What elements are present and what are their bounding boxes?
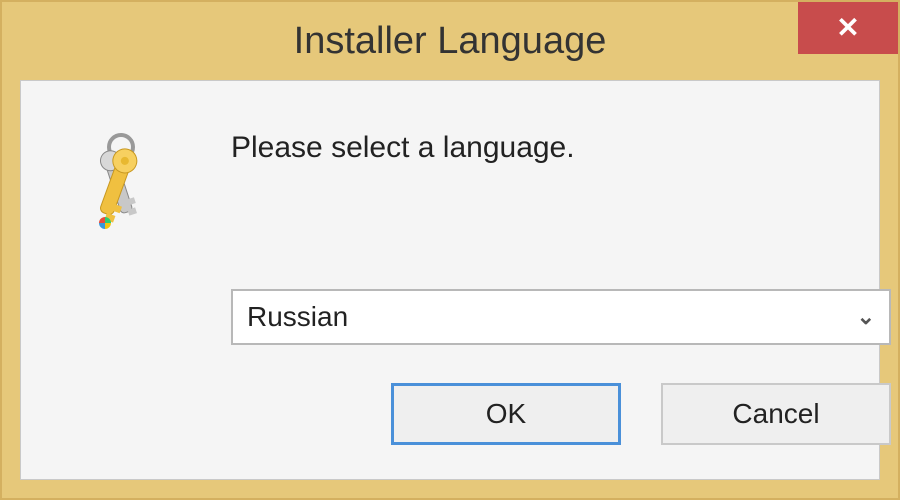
- close-button[interactable]: ✕: [798, 2, 898, 54]
- ok-button-label: OK: [486, 398, 526, 430]
- titlebar: Installer Language ✕: [2, 2, 898, 80]
- ok-button[interactable]: OK: [391, 383, 621, 445]
- window-title: Installer Language: [294, 20, 607, 63]
- prompt-text: Please select a language.: [231, 121, 575, 239]
- cancel-button[interactable]: Cancel: [661, 383, 891, 445]
- close-icon: ✕: [836, 14, 859, 42]
- dialog-buttons: OK Cancel: [231, 383, 891, 445]
- dialog-content: Please select a language. Russian ⌄ OK C…: [20, 80, 880, 480]
- language-select[interactable]: Russian ⌄: [231, 289, 891, 345]
- chevron-down-icon: ⌄: [857, 304, 875, 330]
- language-select-row: Russian ⌄: [231, 289, 839, 345]
- dialog-window: Installer Language ✕: [0, 0, 900, 500]
- keys-icon: [61, 121, 181, 239]
- cancel-button-label: Cancel: [732, 398, 819, 430]
- language-selected-value: Russian: [247, 301, 348, 333]
- prompt-row: Please select a language.: [61, 121, 839, 239]
